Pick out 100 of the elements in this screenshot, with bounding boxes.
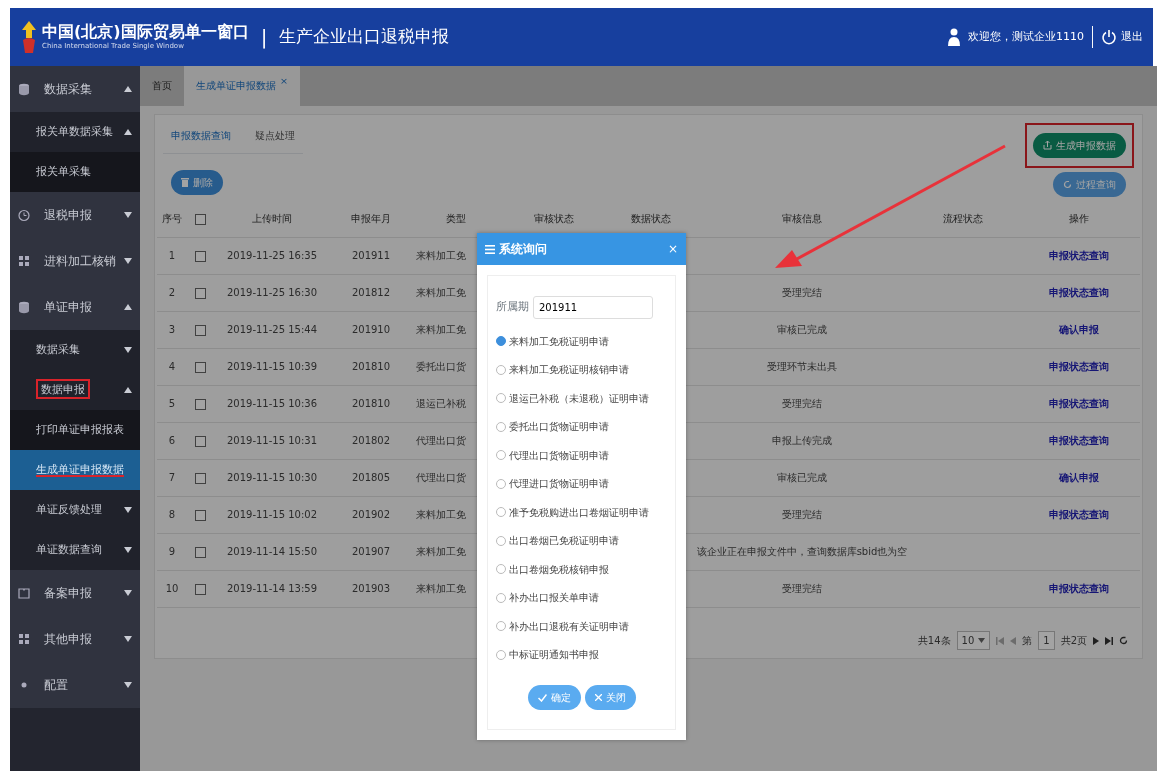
checkbox[interactable] [194,250,206,262]
action-link[interactable]: 申报状态查询 [1049,509,1109,520]
table-cell-text: 受理完结 [782,286,822,300]
user-icon [948,28,960,46]
column-header: 序号 [157,201,187,237]
checkbox[interactable] [194,509,206,521]
sub-tab[interactable]: 疑点处理 [247,123,303,150]
checkbox[interactable] [194,324,206,336]
caret-icon [124,347,132,353]
radio-option[interactable]: 来料加工免税证明核销申请 [496,355,667,384]
table-cell-text: 受理完结 [782,508,822,522]
caret-icon [124,682,132,688]
sidebar-item[interactable]: 单证申报 [10,284,140,330]
period-field[interactable]: 201911 [533,296,653,319]
sidebar-item[interactable]: 配置 [10,662,140,708]
table-cell-text: 来料加工免 [416,508,466,522]
action-link[interactable]: 申报状态查询 [1049,583,1109,594]
sidebar-item[interactable]: 备案申报 [10,570,140,616]
total-count: 共14条 [917,634,951,648]
radio-button[interactable] [496,507,506,518]
table-cell-text: 申报上传完成 [772,434,832,448]
radio-option[interactable]: 代理出口货物证明申请 [496,441,667,470]
checkbox[interactable] [194,361,206,373]
table-cell: 6 [168,435,176,446]
radio-option[interactable]: 中标证明通知书申报 [496,640,667,669]
table-cell: 2 [168,287,176,298]
sidebar-item[interactable]: 单证数据查询 [10,530,140,570]
logo-icon [20,20,38,54]
checkbox[interactable] [194,398,206,410]
radio-button[interactable] [496,478,506,489]
radio-button[interactable] [496,336,506,347]
sidebar-item[interactable]: 生成单证申报数据 [10,450,140,490]
sidebar-item[interactable]: 退税申报 [10,192,140,238]
checkbox[interactable] [194,546,206,558]
radio-option[interactable]: 退运已补税（未退税）证明申请 [496,384,667,413]
radio-option[interactable]: 代理进口货物证明申请 [496,469,667,498]
checkbox[interactable] [194,472,206,484]
dialog-title: 系统询问 [499,241,547,258]
action-link[interactable]: 申报状态查询 [1049,435,1109,446]
radio-option[interactable]: 出口卷烟免税核销申报 [496,555,667,584]
action-link[interactable]: 确认申报 [1059,472,1099,483]
export-icon [1043,141,1052,150]
table-cell-text: 来料加工免 [416,545,466,559]
sidebar-item[interactable]: 其他申报 [10,616,140,662]
radio-button[interactable] [496,364,506,375]
sidebar-item[interactable]: 数据申报 [10,370,140,410]
action-link[interactable]: 申报状态查询 [1049,250,1109,261]
radio-button[interactable] [496,450,506,461]
radio-option[interactable]: 补办出口退税有关证明申请 [496,612,667,641]
checkbox[interactable] [194,435,206,447]
sidebar-item[interactable]: 报关单数据采集 [10,112,140,152]
action-link[interactable]: 申报状态查询 [1049,361,1109,372]
checkbox[interactable] [194,583,206,595]
table-cell-text: 来料加工免 [416,249,466,263]
table-cell-text: 受理完结 [782,582,822,596]
radio-button[interactable] [496,621,506,632]
page-count: 共2页 [1060,634,1087,648]
table-cell: 201805 [351,472,391,483]
sidebar-item[interactable]: 单证反馈处理 [10,490,140,530]
caret-icon [124,129,132,135]
logo-title: 中国(北京)国际贸易单一窗口 [42,22,249,41]
sidebar-item[interactable]: 报关单采集 [10,152,140,192]
table-cell: 2019-11-25 16:35 [226,250,318,261]
sidebar-item[interactable]: 打印单证申报报表 [10,410,140,450]
database-icon [18,300,30,314]
radio-option[interactable]: 委托出口货物证明申请 [496,412,667,441]
checkbox[interactable] [194,287,206,299]
action-link[interactable]: 确认申报 [1059,324,1099,335]
table-cell: 4 [168,361,176,372]
radio-option[interactable]: 准予免税购进出口卷烟证明申请 [496,498,667,527]
table-cell-text: 受理完结 [782,397,822,411]
radio-button[interactable] [496,649,506,660]
table-cell: 2019-11-14 13:59 [226,583,318,594]
column-header: 上传时间 [213,201,331,237]
radio-button[interactable] [496,421,506,432]
page-size-select[interactable]: 10 [956,631,991,650]
radio-button[interactable] [496,393,506,404]
sidebar-item[interactable]: 数据采集 [10,330,140,370]
checkbox[interactable] [194,213,206,225]
action-link[interactable]: 申报状态查询 [1049,287,1109,298]
logout-link[interactable]: 退出 [1101,28,1143,46]
page-field[interactable]: 1 [1038,631,1055,650]
radio-option[interactable]: 来料加工免税证明申请 [496,327,667,356]
action-link[interactable]: 申报状态查询 [1049,398,1109,409]
sub-tab[interactable]: 申报数据查询 [163,123,239,150]
radio-button[interactable] [496,564,506,575]
tab[interactable]: 首页 [140,66,184,106]
sidebar-item[interactable]: 数据采集 [10,66,140,112]
radio-button[interactable] [496,592,506,603]
caret-icon [124,86,132,92]
table-cell-text: 代理出口货 [416,434,466,448]
radio-option[interactable]: 补办出口报关单申请 [496,583,667,612]
last-page-icon[interactable] [1105,636,1113,645]
refresh-icon[interactable] [1119,636,1128,645]
next-page-icon[interactable] [1093,636,1099,645]
table-cell: 201812 [351,287,391,298]
generate-button[interactable]: 生成申报数据 [1033,133,1126,158]
radio-option[interactable]: 出口卷烟已免税证明申请 [496,526,667,555]
radio-button[interactable] [496,535,506,546]
sidebar-item[interactable]: 进料加工核销 [10,238,140,284]
